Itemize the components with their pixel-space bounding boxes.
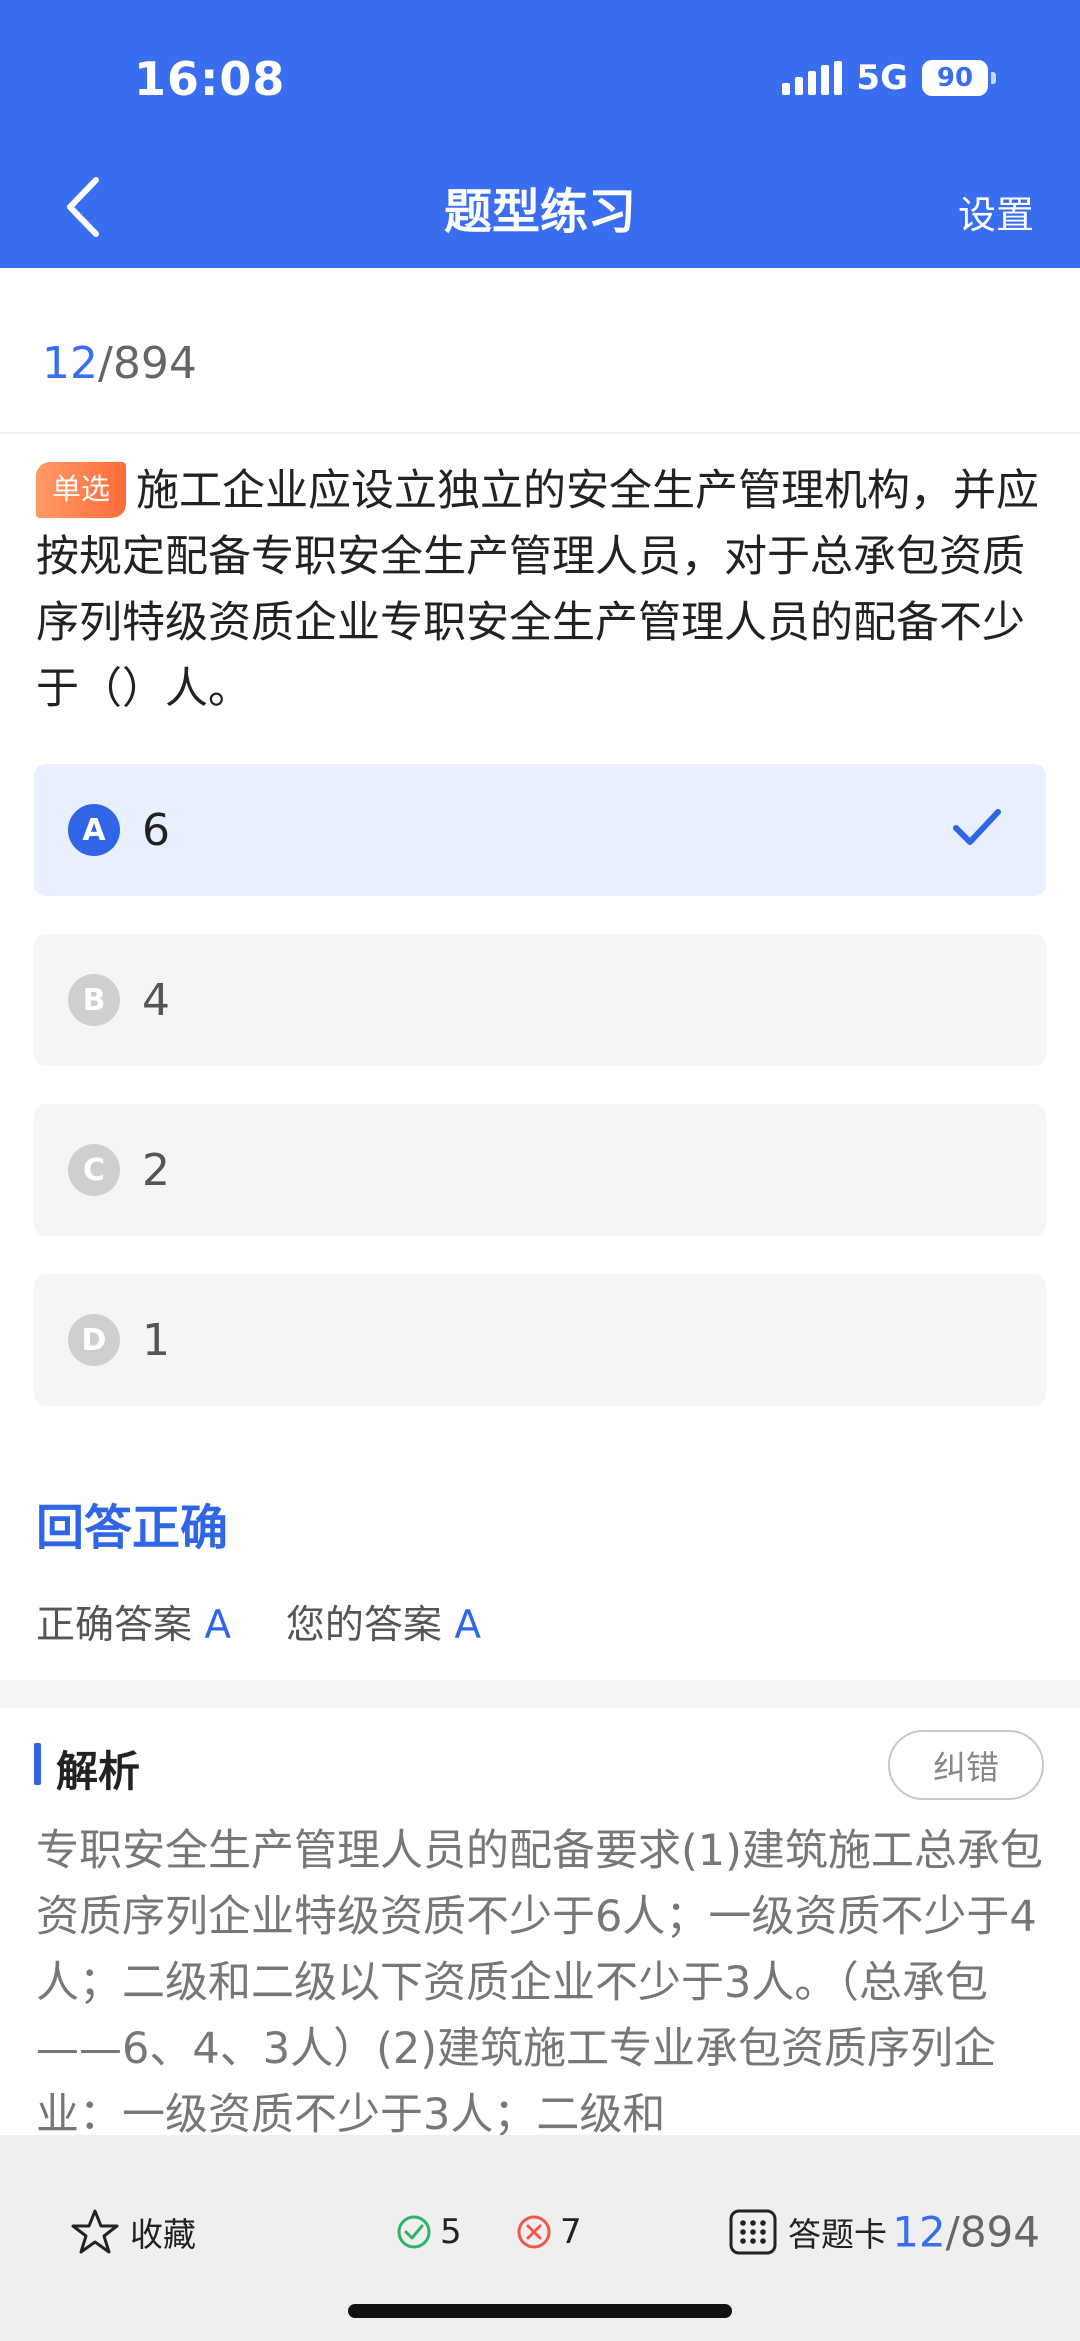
current-question-number: 12 — [42, 338, 98, 389]
favorite-button[interactable]: 收藏 — [70, 2208, 196, 2256]
bottom-question-counter: 12/894 — [892, 2208, 1040, 2257]
page-title: 题型练习 — [443, 184, 636, 240]
header: 16:08 5G 90 题型练习 设置 — [0, 0, 1080, 268]
wrong-count: 7 — [516, 2212, 582, 2252]
answer-card-label: 答题卡 — [788, 2215, 887, 2254]
option-letter: B — [68, 974, 120, 1026]
option-text: 6 — [142, 804, 170, 856]
option-text: 4 — [142, 974, 170, 1026]
status-time: 16:08 — [134, 52, 286, 106]
option-d[interactable]: D 1 — [34, 1274, 1046, 1406]
answer-summary: 正确答案 A 您的答案 A — [36, 1594, 481, 1650]
answer-card-button[interactable]: 答题卡 — [728, 2208, 887, 2256]
signal-icon — [782, 61, 843, 95]
option-text: 2 — [142, 1144, 170, 1196]
option-text: 1 — [142, 1314, 170, 1366]
option-letter: A — [68, 804, 120, 856]
option-b[interactable]: B 4 — [34, 934, 1046, 1066]
option-c[interactable]: C 2 — [34, 1104, 1046, 1236]
correct-answer-label: 正确答案 — [36, 1603, 193, 1648]
home-indicator[interactable] — [348, 2304, 732, 2318]
report-error-button[interactable]: 纠错 — [888, 1730, 1044, 1800]
analysis-title: 解析 — [56, 1747, 141, 1796]
battery-icon: 90 — [922, 60, 996, 96]
correct-count-value: 5 — [440, 2212, 462, 2252]
wrong-count-value: 7 — [560, 2212, 582, 2252]
bottom-current-number: 12 — [892, 2207, 946, 2257]
option-letter: D — [68, 1314, 120, 1366]
question-text: 施工企业应设立独立的安全生产管理机构，并应按规定配备专职安全生产管理人员，对于总… — [36, 466, 1040, 714]
section-accent-bar — [34, 1743, 41, 1785]
section-separator — [0, 1680, 1080, 1708]
divider — [0, 432, 1080, 434]
correct-answer-value: A — [204, 1603, 232, 1648]
correct-count: 5 — [396, 2212, 462, 2252]
total-questions: /894 — [98, 338, 197, 389]
grid-icon — [729, 2209, 777, 2255]
option-a[interactable]: A 6 — [34, 764, 1046, 896]
practice-page: 16:08 5G 90 题型练习 设置 12/894 单选 施工企业应设立独立的安… — [0, 0, 1080, 2341]
check-circle-icon — [397, 2215, 431, 2249]
check-icon — [953, 809, 1001, 845]
favorite-label: 收藏 — [130, 2215, 196, 2254]
star-icon — [71, 2209, 119, 2254]
status-indicators: 5G 90 — [782, 58, 996, 98]
settings-button[interactable]: 设置 — [958, 184, 1034, 239]
question-type-badge: 单选 — [36, 462, 127, 518]
bottom-total-number: /894 — [945, 2207, 1040, 2257]
option-letter: C — [68, 1144, 120, 1196]
x-circle-icon — [517, 2215, 551, 2249]
network-label: 5G — [856, 58, 908, 98]
question-stem: 单选 施工企业应设立独立的安全生产管理机构，并应按规定配备专职安全生产管理人员，对… — [36, 458, 1044, 722]
your-answer-value: A — [454, 1603, 482, 1648]
your-answer-label: 您的答案 — [285, 1603, 442, 1648]
analysis-text: 专职安全生产管理人员的配备要求(1)建筑施工总承包资质序列企业特级资质不少于6人… — [36, 1826, 1043, 2140]
question-counter: 12/894 — [42, 338, 197, 389]
result-title: 回答正确 — [36, 1500, 229, 1556]
